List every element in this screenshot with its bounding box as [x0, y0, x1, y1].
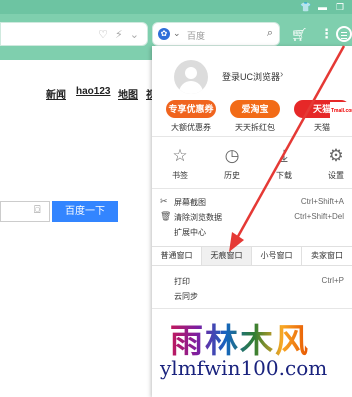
- watermark-url: ylmfwin100.com: [160, 356, 328, 380]
- watermark-chinese: 雨林木风: [170, 314, 310, 362]
